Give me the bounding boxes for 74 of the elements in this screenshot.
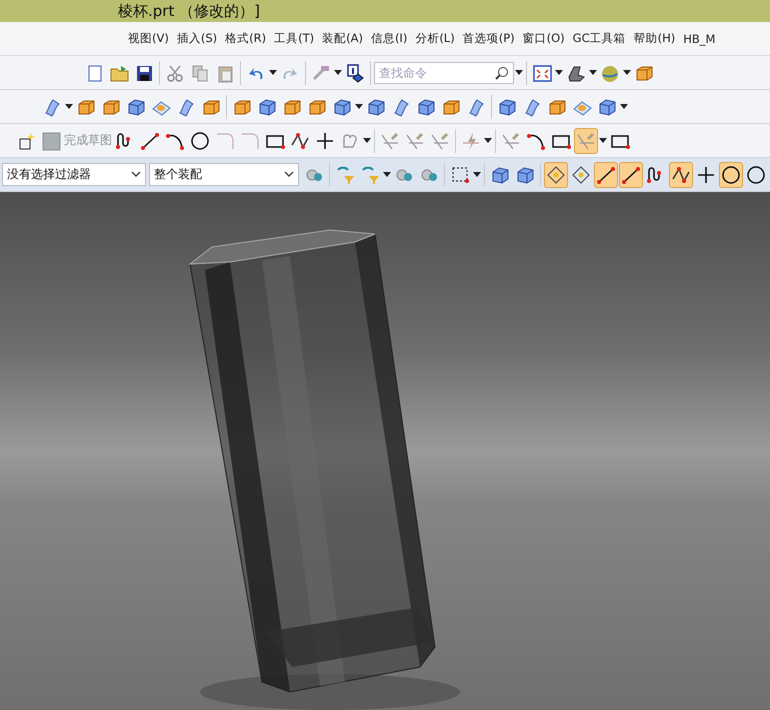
cube-icon xyxy=(515,164,535,184)
filter-icon xyxy=(360,164,380,184)
caret-icon[interactable] xyxy=(623,70,631,76)
caret-icon[interactable] xyxy=(334,70,342,76)
snap-point-icon xyxy=(571,164,591,184)
trim-icon xyxy=(501,130,521,150)
cube-icon xyxy=(490,164,510,184)
trim-icon xyxy=(380,130,400,150)
polyline-button[interactable] xyxy=(669,162,693,188)
menu-item[interactable]: 帮助(H) xyxy=(634,31,676,46)
caret-icon[interactable] xyxy=(355,104,363,110)
menu-item[interactable]: 装配(A) xyxy=(322,31,363,46)
cube-icon xyxy=(497,96,517,116)
line-button[interactable] xyxy=(619,162,643,188)
scissors-icon xyxy=(165,62,185,82)
polyline-icon xyxy=(671,164,691,184)
snap-point-button[interactable] xyxy=(544,162,568,188)
caret-icon[interactable] xyxy=(484,138,492,144)
caret-icon[interactable] xyxy=(589,70,597,76)
trim-icon xyxy=(430,130,450,150)
cube-icon xyxy=(597,96,617,116)
caret-icon[interactable] xyxy=(515,70,523,76)
dashed-rectangle-icon xyxy=(450,164,470,184)
cross-icon xyxy=(315,130,335,150)
circle-icon xyxy=(190,130,210,150)
filter-icon xyxy=(335,164,355,184)
chevron-icon xyxy=(131,171,141,178)
line-icon xyxy=(596,164,616,184)
caret-icon[interactable] xyxy=(383,172,391,178)
line-icon xyxy=(140,130,160,150)
menu-item[interactable]: 视图(V) xyxy=(128,31,169,46)
circle-icon xyxy=(746,164,766,184)
caret-icon[interactable] xyxy=(363,138,371,144)
circle-button[interactable] xyxy=(719,162,743,188)
trim-icon xyxy=(405,130,425,150)
cube-icon xyxy=(332,96,352,116)
menu-item[interactable]: 格式(R) xyxy=(225,31,266,46)
corner-icon xyxy=(215,130,235,150)
menu-item[interactable]: 分析(L) xyxy=(415,31,455,46)
menu-item[interactable]: 首选项(P) xyxy=(462,31,515,46)
chevron-icon xyxy=(284,171,294,178)
cube-icon xyxy=(416,96,436,116)
scope-dropdown[interactable]: 整个装配 xyxy=(149,163,299,186)
cube-icon xyxy=(366,96,386,116)
menu-item[interactable]: 工具(T) xyxy=(274,31,314,46)
corner-icon xyxy=(240,130,260,150)
copy-icon xyxy=(190,62,210,82)
polyline-icon xyxy=(290,130,310,150)
filter-dropdown[interactable]: 没有选择过滤器 xyxy=(2,163,146,186)
info-icon xyxy=(345,62,365,82)
caret-icon[interactable] xyxy=(65,104,73,110)
fit-view-icon xyxy=(532,62,552,82)
menu-item[interactable]: GC工具箱 xyxy=(572,31,626,46)
cross-icon xyxy=(696,164,716,184)
menu-item[interactable]: HB_M xyxy=(683,32,716,46)
line-icon xyxy=(621,164,641,184)
bolt-icon xyxy=(461,130,481,150)
menu-item[interactable]: 插入(S) xyxy=(176,31,218,46)
caret-icon[interactable] xyxy=(473,172,481,178)
trim-icon xyxy=(576,130,596,150)
caret-icon[interactable] xyxy=(599,138,607,144)
caret-icon[interactable] xyxy=(620,104,628,110)
menu-item[interactable]: 信息(I) xyxy=(370,31,408,46)
caret-icon[interactable] xyxy=(269,70,277,76)
menu-item[interactable]: 窗口(O) xyxy=(522,31,565,46)
cube-icon xyxy=(126,96,146,116)
search-field[interactable]: 查找命令 xyxy=(374,62,514,84)
snap-point-icon xyxy=(546,164,566,184)
cube-icon xyxy=(257,96,277,116)
circle-icon xyxy=(721,164,741,184)
line-button[interactable] xyxy=(594,162,618,188)
search-icon xyxy=(495,66,509,80)
window-title: 棱杯.prt （修改的）] xyxy=(118,2,260,20)
caret-icon[interactable] xyxy=(555,70,563,76)
